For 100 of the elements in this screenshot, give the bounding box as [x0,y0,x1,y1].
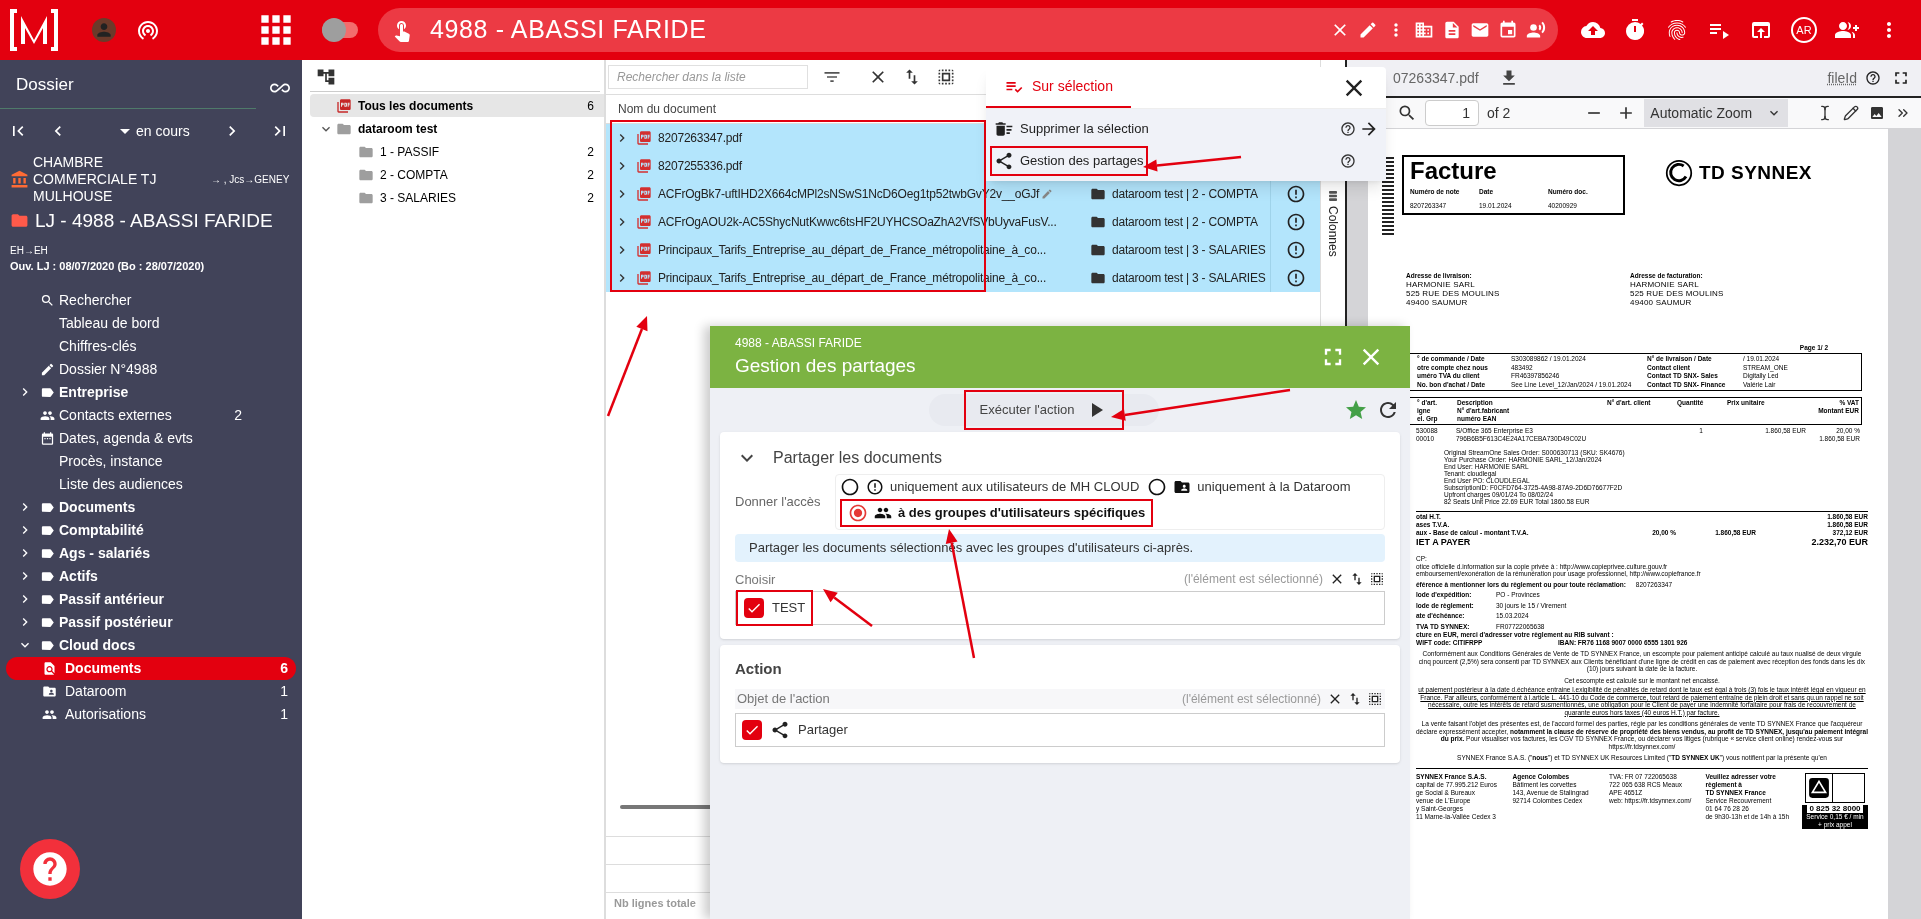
select-all-icon[interactable] [1369,571,1385,588]
list-search-field[interactable]: Rechercher dans la liste [608,65,808,89]
sidebar-subitem[interactable]: Autorisations 1 [6,702,296,726]
columns-icon[interactable] [1327,190,1339,202]
address-line: HARMONIE SARL [1406,280,1476,290]
fingerprint-icon[interactable] [1665,18,1689,42]
warning-icon[interactable] [1285,268,1306,288]
item-count: 1 [280,704,288,724]
case-subtitle: EH→EH [9,244,49,258]
help-icon[interactable] [1340,153,1356,169]
help-icon[interactable] [1340,121,1356,137]
help-bubble[interactable] [20,839,80,899]
sidebar-item[interactable]: Contacts externes [59,404,172,426]
folder-icon [1090,186,1106,202]
sidebar-item[interactable]: Passif antérieur [59,588,165,610]
avatar-icon[interactable] [92,18,116,42]
user-initials-badge[interactable]: AR [1791,17,1817,43]
building-icon[interactable] [1414,20,1434,40]
warning-icon[interactable] [1285,240,1306,260]
tree-item[interactable]: 3 - SALARIES 2 [310,186,604,209]
sidebar-item[interactable]: Rechercher [59,289,132,311]
radio-option[interactable]: à des groupes d'utilisateurs spécifiques [848,503,1146,523]
folder-path: dataroom test | 2 - COMPTA [1112,214,1258,231]
sidebar-item[interactable]: Ags - salariés [59,542,151,564]
zoom-select[interactable]: Automatic Zoom [1644,99,1789,127]
columns-tab[interactable]: Colonnes [1324,206,1342,257]
warning-icon[interactable] [1285,184,1306,204]
sidebar-item[interactable]: Documents [59,496,136,518]
pencil-icon[interactable] [1843,105,1859,121]
pdf-icon [636,186,652,202]
sidebar-title: Dossier [16,74,74,96]
warning-icon[interactable] [1285,212,1306,232]
select-all-icon[interactable] [1367,690,1383,707]
choice-label: TEST [772,599,806,618]
court-name: CHAMBRE COMMERCIALE TJ MULHOUSE [33,153,158,205]
file-name: 07263347.pdf [1393,68,1479,88]
document-stack-icon [336,97,352,114]
status-dropdown[interactable]: en cours [120,120,190,142]
share-icon [994,151,1014,171]
sidebar-item[interactable]: Procès, instance [59,450,163,472]
tree-item[interactable]: 2 - COMPTA 2 [310,163,604,186]
sidebar-item[interactable]: Passif postérieur [59,611,173,633]
radio-unchecked-icon[interactable] [1147,477,1168,497]
sidebar-subitem[interactable]: Documents 6 [6,656,296,680]
sidebar-item[interactable]: Liste des audiences [59,473,183,495]
sidebar-subitem-label: Dataroom [65,681,127,701]
select-all-icon[interactable] [936,67,956,87]
sidebar-item[interactable]: Actifs [59,565,98,587]
star-icon[interactable] [1344,398,1368,422]
logo-icon[interactable] [8,8,60,52]
tree-item[interactable]: 1 - PASSIF 2 [310,140,604,163]
tree-item[interactable]: Tous les documents 6 [310,94,604,117]
mail-icon[interactable] [1470,20,1490,40]
search-icon[interactable] [1397,103,1417,123]
tree-label: Tous les documents [358,97,474,115]
checkbox[interactable] [744,598,764,618]
radio-unchecked-icon[interactable] [840,477,860,497]
selection-hint: (l'élément est sélectionné) [1181,690,1321,708]
share-icon [770,719,790,740]
document-icon[interactable] [1442,20,1462,40]
sidebar-item[interactable]: Entreprise [59,381,129,403]
folder-path: dataroom test | 2 - COMPTA [1112,186,1258,203]
phone-number: 0 825 32 8000 [1807,804,1863,813]
file-id-link[interactable]: fileId [1827,67,1857,89]
invoice-title: Facture [1410,157,1498,185]
tree-label: 1 - PASSIF [380,143,440,161]
calendar-icon[interactable] [1498,20,1518,40]
sidebar-item[interactable]: Dates, agenda & evts [59,427,193,449]
checkbox[interactable] [742,719,762,740]
image-icon[interactable] [1869,105,1885,121]
choice-list-field[interactable]: TEST [735,591,1385,625]
help-icon[interactable] [1865,70,1881,86]
tree-item[interactable]: dataroom test [310,117,604,140]
timer-icon[interactable] [1623,18,1647,42]
radio-checked-icon[interactable] [848,503,868,523]
sidebar-subitem[interactable]: Dataroom 1 [6,679,296,703]
item-count: 2 [587,166,594,184]
address-line: 525 RUE DES MOULINS [1630,289,1725,299]
brand-name: TD SYNNEX [1699,161,1812,185]
radio-option[interactable]: uniquement à la Dataroom [1147,477,1351,497]
case-title: 4988 - ABASSI FARIDE [430,14,707,46]
sidebar-item[interactable]: Dossier N°4988 [59,358,158,380]
page-number-field[interactable]: 1 [1425,100,1479,126]
tree-icon[interactable] [316,67,336,87]
tree-label: 3 - SALARIES [380,189,457,207]
sidebar-item[interactable]: Cloud docs [59,634,136,656]
case-search-bar[interactable]: 4988 - ABASSI FARIDE [378,8,1558,52]
field-label: Choisir [735,570,776,589]
case-name: LJ - 4988 - ABASSI FARIDE [35,208,273,233]
folder-icon [1090,270,1106,286]
radio-option[interactable]: uniquement aux utilisateurs de MH CLOUD [840,477,1140,497]
sidebar-item[interactable]: Chiffres-clés [59,335,137,357]
speaking-person-icon[interactable] [1526,20,1546,40]
choice-list-field[interactable]: Partager [735,712,1385,747]
sidebar-item[interactable]: Comptabilité [59,519,144,541]
address-line: 525 RUE DES MOULINS [1406,289,1501,299]
document-name: 8207263347.pdf [658,130,742,147]
sidebar-item[interactable]: Tableau de bord [59,312,160,334]
folder-path: dataroom test | 3 - SALARIES [1112,270,1266,287]
broadcast-icon[interactable] [136,18,160,42]
